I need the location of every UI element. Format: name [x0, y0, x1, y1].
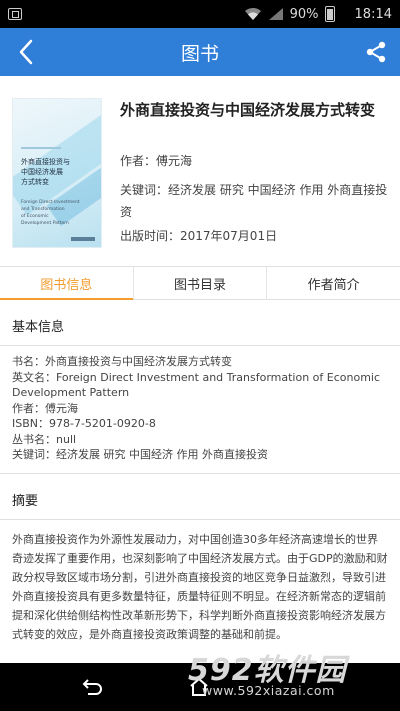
wifi-icon: [244, 7, 261, 20]
basic-info-list: 书名：外商直接投资与中国经济发展方式转变 英文名：Foreign Direct …: [0, 346, 400, 474]
tab-bar: 图书信息 图书目录 作者简介: [0, 266, 400, 300]
back-button[interactable]: [10, 36, 42, 68]
book-cover: 外商直接投资与 中国经济发展 方式转变 Foreign Direct Inves…: [12, 98, 102, 248]
book-author: 作者：傅元海: [120, 154, 193, 168]
publisher-logo: [71, 237, 95, 241]
watermark: 592软件园 www.592xiazai.com: [188, 645, 394, 703]
info-row-keywords: 关键词：经济发展 研究 中国经济 作用 外商直接投资: [12, 448, 268, 461]
tab-book-catalog[interactable]: 图书目录: [134, 267, 268, 299]
book-title: 外商直接投资与中国经济发展方式转变: [120, 101, 376, 119]
status-bar: 90% 18:14: [0, 0, 400, 28]
cover-title: 外商直接投资与 中国经济发展 方式转变: [21, 158, 70, 186]
app-bar: 图书: [0, 28, 400, 76]
info-row-author: 作者：傅元海: [12, 401, 78, 415]
book-keywords: 关键词：经济发展 研究 中国经济 作用 外商直接投资: [120, 183, 388, 219]
signal-icon: [268, 8, 283, 20]
battery-percentage: 90%: [289, 6, 319, 22]
page-title: 图书: [180, 42, 219, 65]
clock: 18:14: [354, 6, 392, 22]
nav-back-icon: [82, 679, 102, 695]
info-row-english-title: 英文名：Foreign Direct Investment and Transf…: [12, 370, 381, 400]
basic-info-heading: 基本信息: [0, 306, 400, 346]
share-button[interactable]: [364, 40, 388, 64]
summary-heading: 摘要: [0, 480, 400, 520]
cover-english-title: Foreign Direct Investment and Transforma…: [21, 200, 80, 226]
info-row-isbn: ISBN：978-7-5201-0920-8: [12, 417, 156, 430]
book-info: 外商直接投资与中国经济发展方式转变 作者：傅元海 关键词：经济发展 研究 中国经…: [102, 98, 388, 266]
info-row-title: 书名：外商直接投资与中国经济发展方式转变: [12, 355, 232, 368]
book-publish-date: 出版时间：2017年07月01日: [120, 229, 278, 243]
book-header: 外商直接投资与 中国经济发展 方式转变 Foreign Direct Inves…: [0, 76, 400, 266]
nav-back-button[interactable]: [66, 667, 120, 707]
summary-text: 外商直接投资作为外源性发展动力，对中国创造30多年经济高速增长的世界奇迹发挥了重…: [12, 532, 388, 641]
screenshot-notification-icon: [8, 8, 22, 20]
tab-author-intro[interactable]: 作者简介: [267, 267, 400, 299]
battery-icon: [324, 6, 335, 22]
info-row-series: 丛书名：null: [12, 432, 77, 446]
watermark-url: www.592xiazai.com: [202, 683, 335, 698]
tab-book-info[interactable]: 图书信息: [0, 267, 134, 300]
chevron-left-icon: [19, 39, 33, 65]
share-icon: [366, 41, 386, 63]
